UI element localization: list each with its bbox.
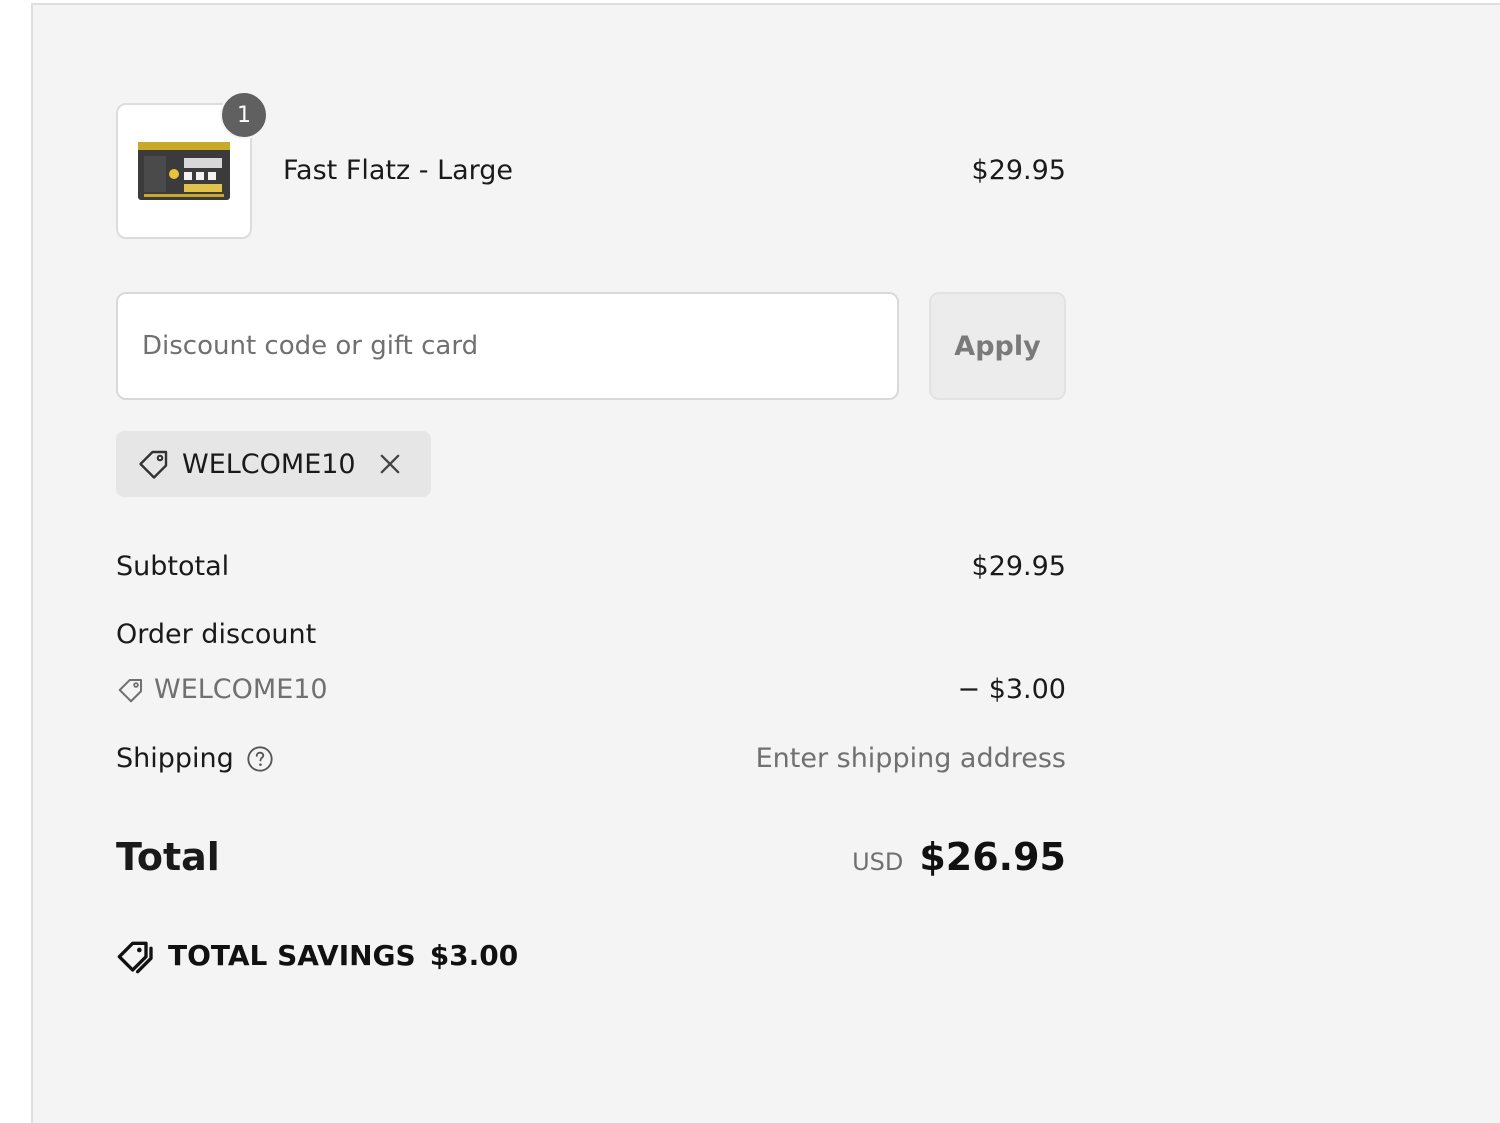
discount-code-row: WELCOME10 − $3.00 (116, 674, 1066, 705)
subtotal-row: Subtotal $29.95 (116, 551, 1066, 582)
product-price: $29.95 (971, 155, 1066, 186)
total-row: Total USD $26.95 (116, 835, 1066, 885)
total-amount: $26.95 (919, 835, 1066, 879)
order-discount-label: Order discount (116, 619, 317, 650)
applied-discount-tag: WELCOME10 (116, 431, 431, 497)
total-label: Total (116, 835, 220, 879)
subtotal-label: Subtotal (116, 551, 230, 582)
order-summary-panel: 1 Fast Flatz - Large $29.95 Apply WELCOM… (31, 3, 1500, 1123)
product-image (138, 142, 230, 200)
quantity-badge: 1 (220, 91, 268, 139)
close-icon[interactable] (376, 450, 404, 478)
product-name: Fast Flatz - Large (283, 155, 514, 186)
discount-code-input[interactable] (116, 292, 899, 400)
savings-amount: $3.00 (429, 938, 519, 972)
question-circle-icon[interactable] (246, 745, 274, 773)
double-tag-icon (117, 941, 153, 974)
order-discount-row: Order discount (116, 619, 1066, 650)
savings-label: TOTAL SAVINGS (168, 938, 416, 972)
shipping-row: Shipping Enter shipping address (116, 743, 1066, 774)
total-value-group: USD $26.95 (852, 835, 1066, 879)
order-summary-content: 1 Fast Flatz - Large $29.95 Apply WELCOM… (116, 5, 1066, 1123)
currency-code: USD (852, 848, 904, 876)
line-item: 1 Fast Flatz - Large $29.95 (116, 91, 1066, 239)
discount-value: − $3.00 (957, 674, 1066, 705)
shipping-label: Shipping (116, 743, 234, 774)
discount-code-text: WELCOME10 (154, 674, 328, 705)
apply-button[interactable]: Apply (929, 292, 1066, 400)
applied-code-text: WELCOME10 (182, 448, 356, 480)
total-savings: TOTAL SAVINGS $3.00 (116, 935, 518, 975)
shipping-value: Enter shipping address (755, 743, 1066, 774)
tag-icon (118, 678, 142, 702)
tag-icon (139, 450, 168, 479)
discount-code-label: WELCOME10 (116, 674, 1066, 705)
subtotal-value: $29.95 (971, 551, 1066, 582)
